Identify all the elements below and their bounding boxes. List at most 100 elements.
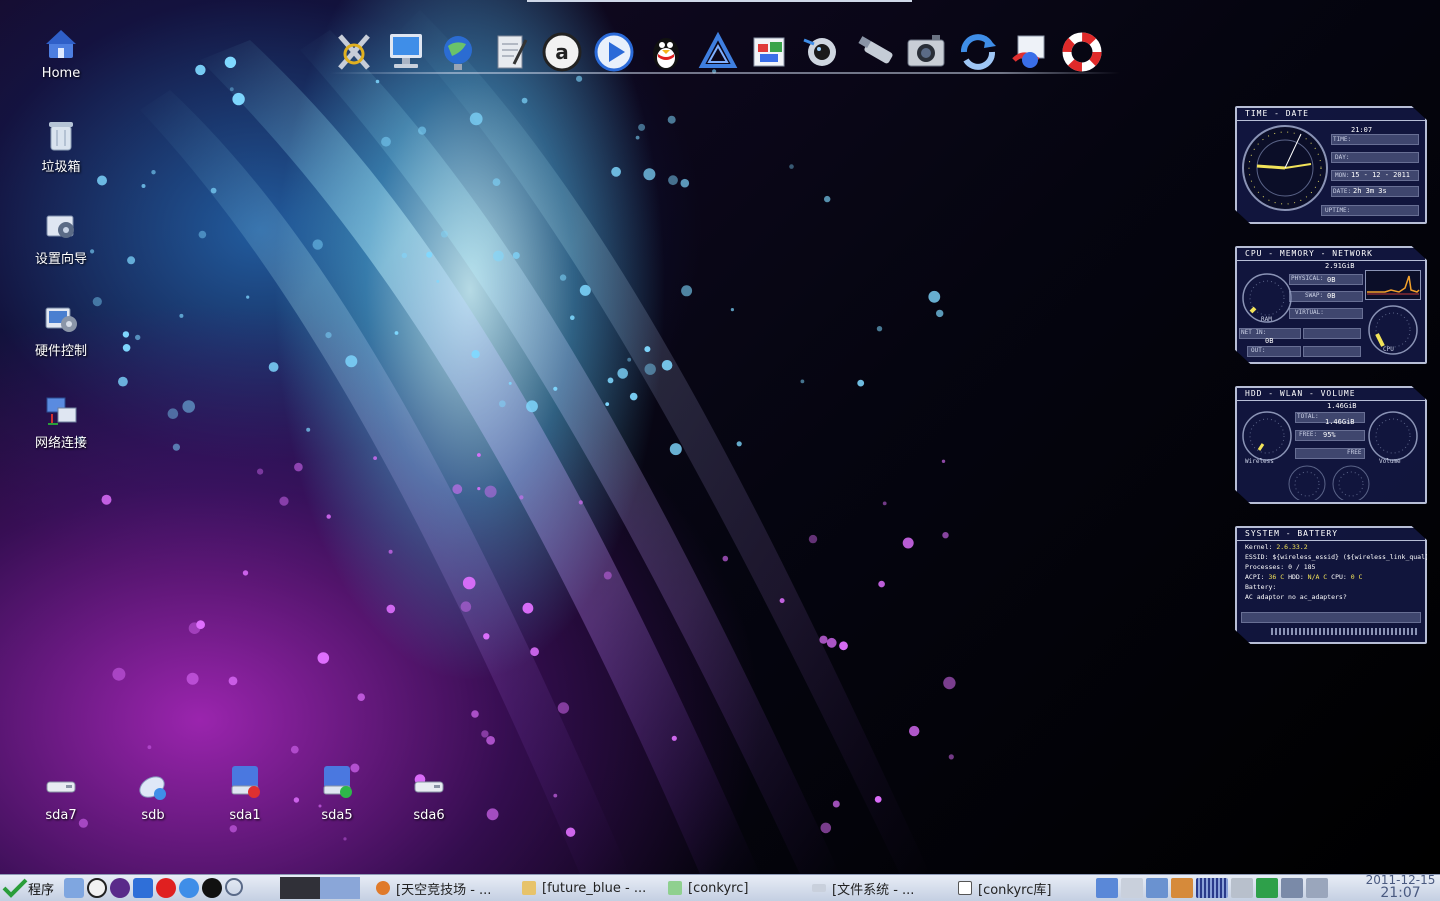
desktop-icon-home[interactable]: Home [15,28,107,81]
sparkle-dot [638,123,646,131]
text-editor-icon [668,881,682,895]
sparkle-dot [635,135,640,140]
desktop-icon[interactable] [133,878,153,898]
audio-device-icon[interactable] [1121,878,1143,898]
text-editor-icon[interactable] [488,30,532,74]
file-manager-icon[interactable] [1171,878,1193,898]
sparkle-dot [644,346,651,353]
screen-icon[interactable] [1096,878,1118,898]
sparkle-dot [512,252,520,259]
sparkle-dot [306,427,311,432]
battery-label: Battery: [1245,583,1277,591]
office-icon[interactable] [748,30,792,74]
drive-label: sda5 [321,808,353,823]
desktop-icon-label: 网络连接 [34,436,87,451]
sparkle-dot [607,377,614,384]
sparkle-dot [418,126,427,135]
sparkle-dot [603,571,612,580]
temperature-line: ACPI: 36 C HDD: N/A C CPU: 0 C [1245,573,1363,581]
drive-sda1[interactable]: sda1 [199,762,291,823]
search-icon[interactable] [225,878,243,896]
network-icon[interactable] [1281,878,1303,898]
volume-icon[interactable] [1306,878,1328,898]
sparkle-dot [508,381,512,385]
qq-penguin-icon[interactable] [644,30,688,74]
lifebuoy-icon[interactable] [1060,30,1104,74]
task-button[interactable]: [文件系统 - ... [812,878,952,898]
trash-icon [44,118,78,152]
sparkle-dot [668,175,678,186]
amarok-icon[interactable] [87,878,107,898]
desktop-pager-1[interactable] [280,877,320,899]
sparkle-dot [832,800,840,808]
sparkle-dot [519,495,524,500]
task-button[interactable]: [future_blue - ... [522,878,662,898]
sparkle-dot [229,825,237,833]
sparkle-dot [401,252,407,259]
qq-icon[interactable] [202,878,222,898]
sparkle-dot [172,443,180,451]
volume-gauge [1368,411,1418,461]
drive-sda7[interactable]: sda7 [15,770,107,823]
crossed-tools-icon[interactable] [332,30,376,74]
sparkle-dot [824,195,831,203]
desktop-pager-2[interactable] [320,877,360,899]
start-menu-button[interactable]: 程序 [2,878,54,898]
browser-icon[interactable] [1008,30,1052,74]
sparkle-dot [874,796,882,803]
sparkle-dot [671,735,677,741]
globe-icon[interactable] [436,30,480,74]
webcam-icon[interactable] [800,30,844,74]
sparkle-dot [232,92,245,106]
amarok-icon[interactable]: a [540,30,584,74]
sparkle-dot [820,822,832,834]
sparkle-dot [942,532,949,539]
media-player-icon[interactable] [592,30,636,74]
refresh-icon[interactable] [956,30,1000,74]
sparkle-dot [878,580,885,588]
sparkle-dot [553,793,558,798]
media-icon[interactable] [110,878,130,898]
sparkle-dot [530,647,539,657]
drive-sdb[interactable]: sdb [107,770,199,823]
sparkle-dot [808,534,818,544]
drive-sda5[interactable]: sda5 [291,762,383,823]
taskbar-clock[interactable]: 2011-12-15 21:07 [1361,874,1440,901]
sparkle-dot [722,555,729,562]
sparkle-dot [605,402,610,406]
monitor-icon[interactable] [384,30,428,74]
network-icon[interactable] [179,878,199,898]
sparkle-dot [325,332,332,339]
triangle-app-icon[interactable] [696,30,740,74]
sparkle-dot [909,725,920,737]
drive-sda6[interactable]: sda6 [383,770,475,823]
battery-icon[interactable] [1256,878,1278,898]
sparkle-dot [471,350,480,359]
sparkle-dot [195,64,206,76]
keyboard-icon[interactable] [1231,878,1253,898]
camera-icon[interactable] [904,30,948,74]
desktop-icon-setup-wizard[interactable]: 设置向导 [15,210,107,267]
cpu-graph [1365,270,1421,300]
task-button[interactable]: [conkyrc] [668,878,808,898]
sparkle-dot [493,250,504,262]
task-button[interactable]: [天空竞技场 - ... [376,878,516,898]
sparkle-dot [471,710,479,718]
desktop-icon-trash[interactable]: 垃圾箱 [15,118,107,175]
conky-panel-title: TIME - DATE [1245,109,1309,118]
desktop-icon-network[interactable]: 网络连接 [15,394,107,451]
usb-stick-icon[interactable] [852,30,896,74]
file-manager-icon[interactable] [64,878,84,898]
sparkle-dot [381,136,391,147]
sparkle-dot [570,315,575,321]
sparkle-dot [484,485,497,498]
network-connection-icon [44,394,78,428]
opera-icon[interactable] [156,878,176,898]
network-status-icon[interactable] [1196,878,1228,898]
task-button[interactable]: [conkyrc库] [958,878,1094,898]
sparkle-dot [627,357,632,362]
conky-hdd-wlan-volume-panel: HDD - WLAN - VOLUME 1.46GiB Wireless TOT… [1235,386,1427,504]
desktop-icon-hardware[interactable]: 硬件控制 [15,302,107,359]
sparkle-dot [426,251,433,258]
display-icon[interactable] [1146,878,1168,898]
